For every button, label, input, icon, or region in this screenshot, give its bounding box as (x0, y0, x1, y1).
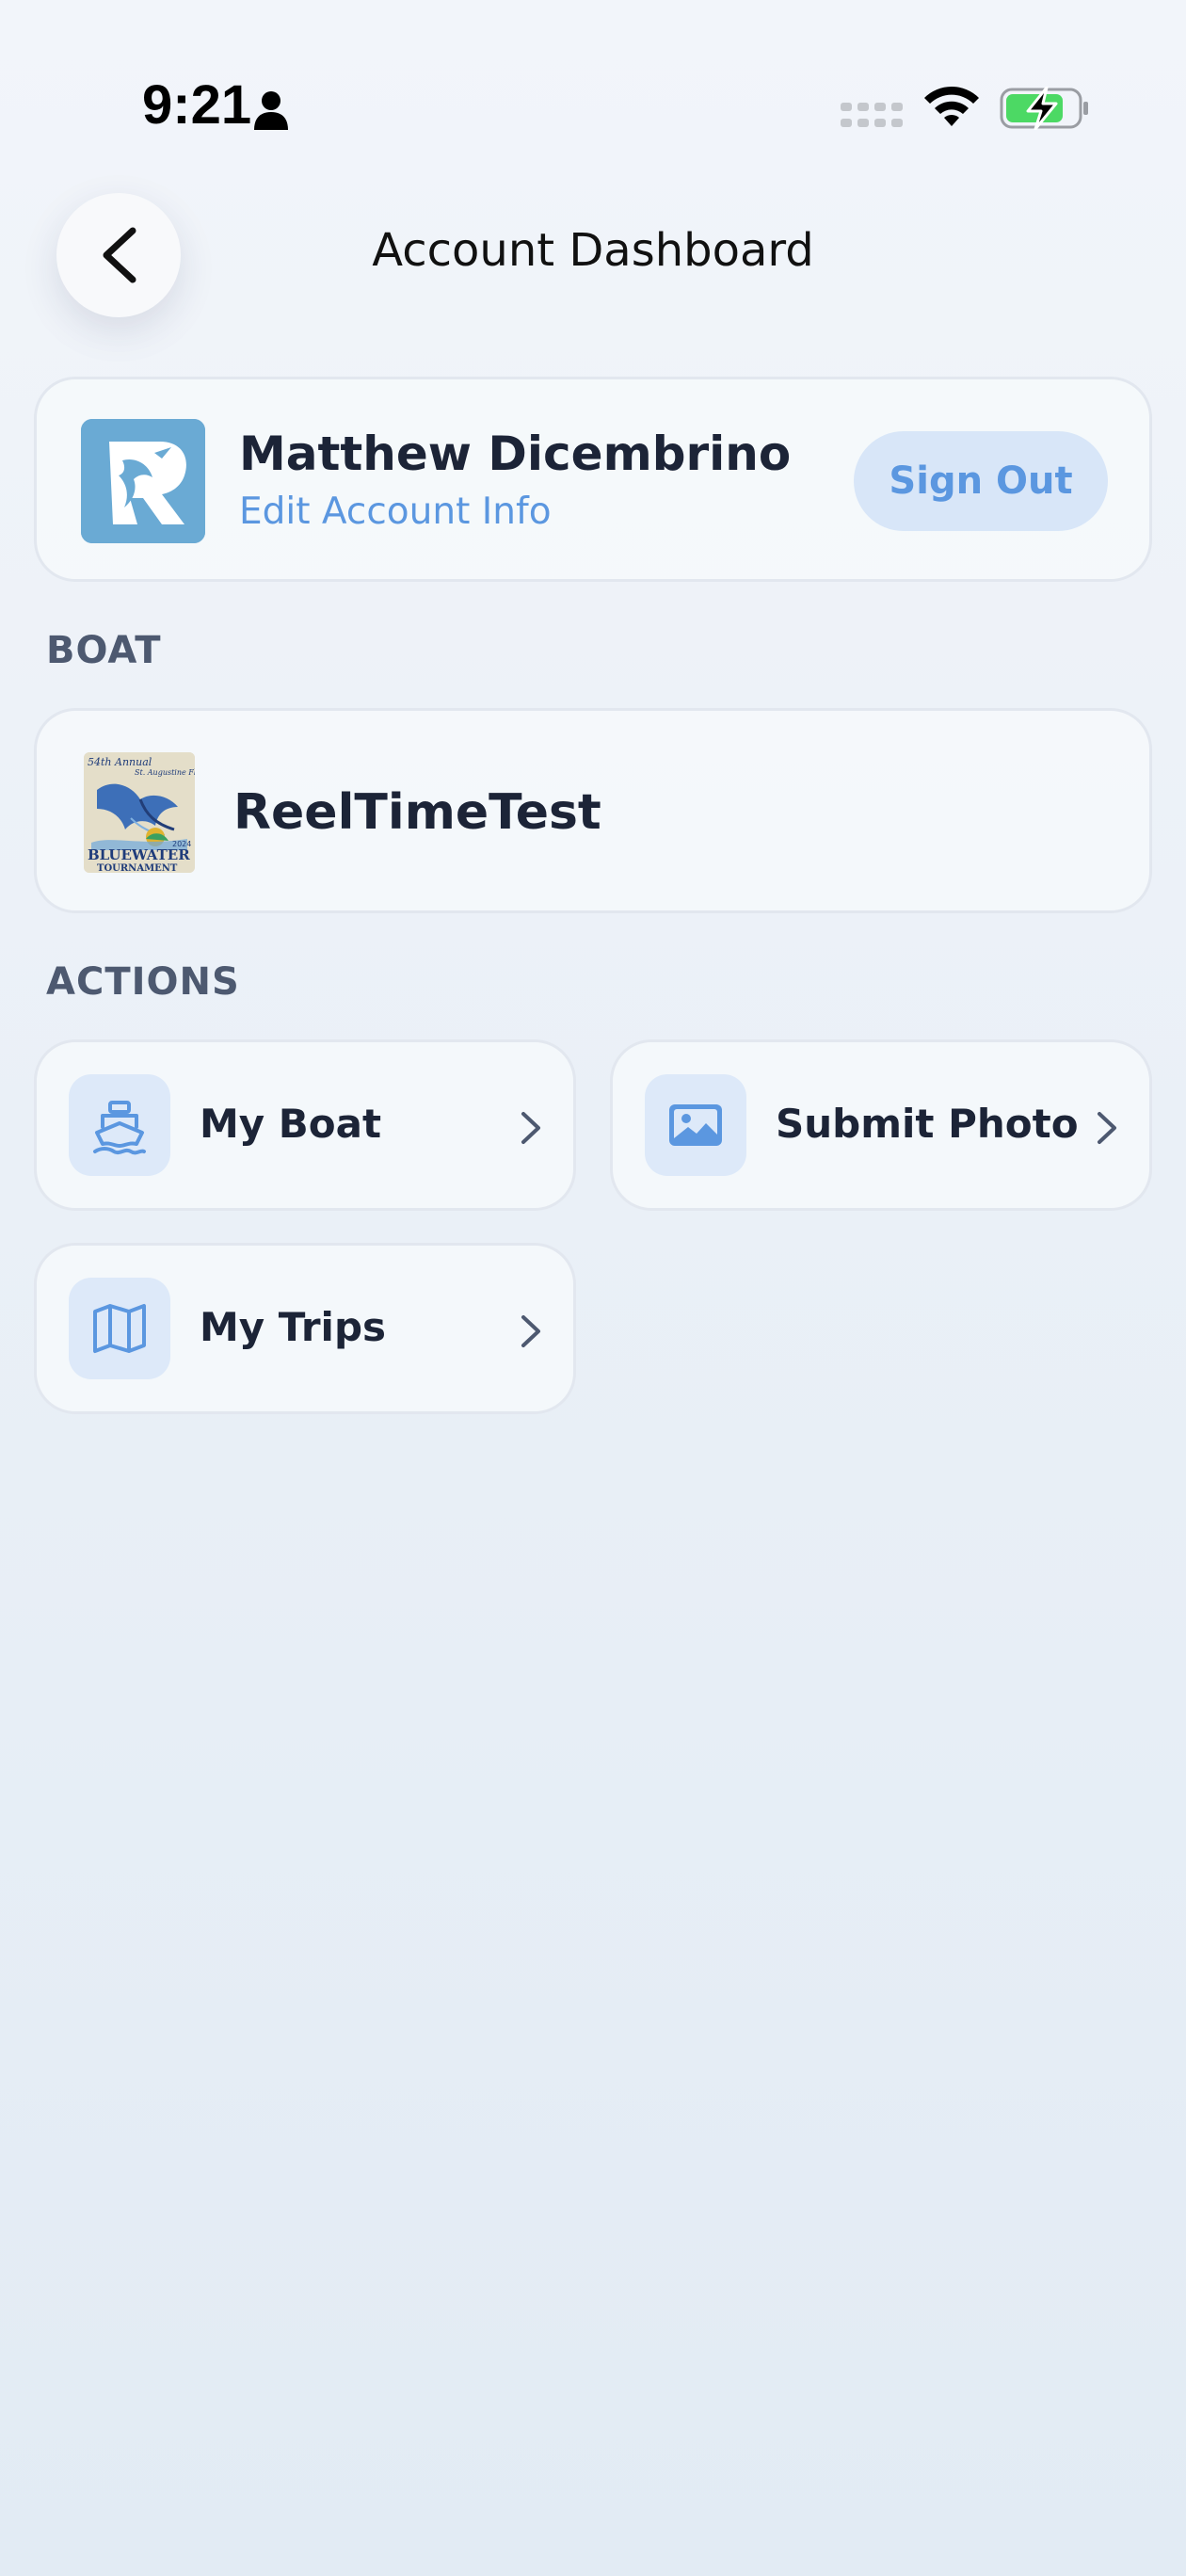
boat-card[interactable]: 54th Annual St. Augustine Florida 2024 B… (34, 708, 1152, 913)
action-label: Submit Photo (776, 1101, 1079, 1147)
image-icon (669, 1104, 722, 1146)
marlin-logo-icon (81, 419, 205, 543)
boat-icon (93, 1101, 146, 1155)
action-icon-box (69, 1074, 170, 1176)
chevron-right-icon (521, 1112, 540, 1144)
action-my-trips[interactable]: My Trips (34, 1243, 576, 1414)
signal-icon (841, 103, 903, 127)
action-icon-box (69, 1278, 170, 1379)
action-label: My Trips (200, 1304, 387, 1350)
section-label-boat: BOAT (46, 629, 162, 672)
map-icon (93, 1304, 146, 1353)
battery-charging-icon (1000, 87, 1088, 130)
wifi-icon (924, 86, 979, 126)
tournament-logo-icon: 54th Annual St. Augustine Florida 2024 B… (84, 752, 195, 873)
sign-out-button[interactable]: Sign Out (854, 431, 1108, 531)
status-bar: 9:21 (0, 0, 1186, 218)
action-label: My Boat (200, 1101, 382, 1147)
edit-account-link[interactable]: Edit Account Info (239, 491, 552, 533)
action-icon-box (645, 1074, 746, 1176)
svg-text:BLUEWATER: BLUEWATER (88, 846, 190, 863)
page-title: Account Dashboard (372, 224, 814, 277)
action-my-boat[interactable]: My Boat (34, 1039, 576, 1211)
person-icon (254, 91, 288, 130)
avatar (81, 419, 205, 543)
svg-text:54th Annual: 54th Annual (88, 756, 152, 768)
status-time: 9:21 (142, 74, 252, 136)
chevron-right-icon (521, 1315, 540, 1347)
chevron-right-icon (1098, 1112, 1116, 1144)
boat-logo: 54th Annual St. Augustine Florida 2024 B… (84, 752, 195, 873)
account-name: Matthew Dicembrino (239, 427, 792, 481)
svg-text:TOURNAMENT: TOURNAMENT (97, 863, 178, 873)
action-submit-photo[interactable]: Submit Photo (610, 1039, 1152, 1211)
svg-text:St. Augustine Florida: St. Augustine Florida (135, 768, 195, 777)
boat-name: ReelTimeTest (233, 784, 601, 841)
account-card: Matthew Dicembrino Edit Account Info Sig… (34, 377, 1152, 582)
section-label-actions: ACTIONS (46, 960, 240, 1004)
